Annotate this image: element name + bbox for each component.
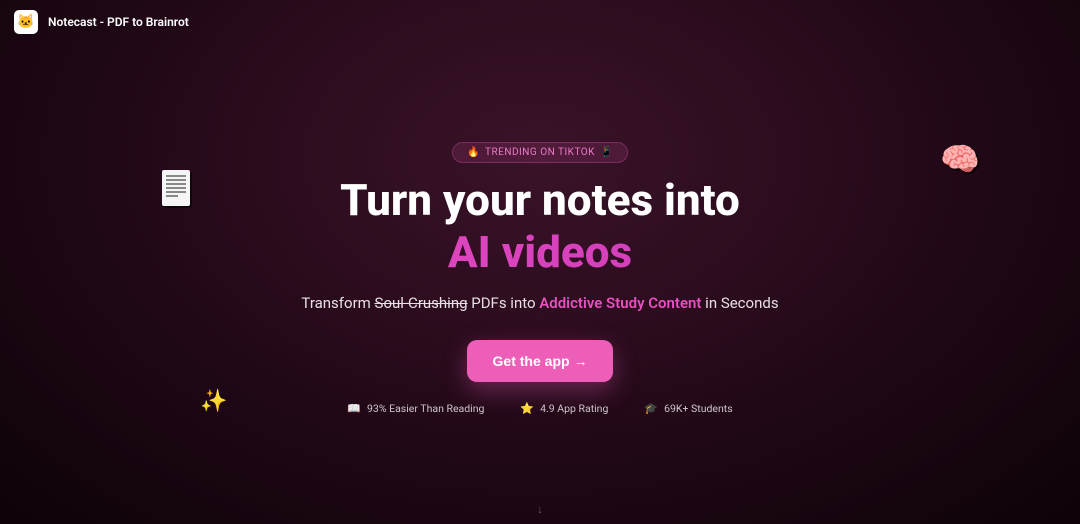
trending-badge: 🔥 TRENDING ON TIKTOK 📱	[452, 142, 628, 163]
fire-icon: 🔥	[467, 147, 480, 158]
subtitle-highlight: Addictive Study Content	[539, 294, 701, 312]
star-icon: ⭐	[520, 402, 534, 415]
subtitle-pre: Transform	[301, 294, 374, 312]
stat-rating: ⭐ 4.9 App Rating	[520, 402, 608, 415]
brain-icon: 🧠	[940, 140, 980, 178]
hero-subtitle: Transform Soul-Crushing PDFs into Addict…	[160, 294, 920, 312]
stat-students: 🎓 69K+ Students	[644, 402, 732, 415]
subtitle-strike: Soul-Crushing	[375, 294, 468, 312]
scroll-down-arrow[interactable]: ↓	[537, 502, 543, 516]
subtitle-mid: PDFs into	[468, 294, 540, 312]
phone-icon: 📱	[600, 147, 613, 158]
hero-title-line1: Turn your notes into	[160, 177, 920, 225]
app-logo[interactable]: 🐱	[14, 10, 38, 34]
stat-text: 93% Easier Than Reading	[367, 402, 484, 415]
subtitle-post: in Seconds	[701, 294, 778, 312]
stat-easier: 📖 93% Easier Than Reading	[347, 402, 484, 415]
stats-row: 📖 93% Easier Than Reading ⭐ 4.9 App Rati…	[160, 402, 920, 415]
grad-cap-icon: 🎓	[644, 402, 658, 415]
book-icon: 📖	[347, 402, 361, 415]
logo-emoji: 🐱	[17, 14, 34, 30]
get-app-button[interactable]: Get the app →	[467, 340, 614, 382]
stat-text: 69K+ Students	[664, 402, 733, 415]
hero-section: 🔥 TRENDING ON TIKTOK 📱 Turn your notes i…	[160, 140, 920, 415]
stat-text: 4.9 App Rating	[540, 402, 608, 415]
app-title: Notecast - PDF to Brainrot	[48, 15, 189, 29]
header: 🐱 Notecast - PDF to Brainrot	[14, 10, 189, 34]
hero-title-line2: AI videos	[160, 229, 920, 277]
badge-text: TRENDING ON TIKTOK	[485, 147, 595, 158]
